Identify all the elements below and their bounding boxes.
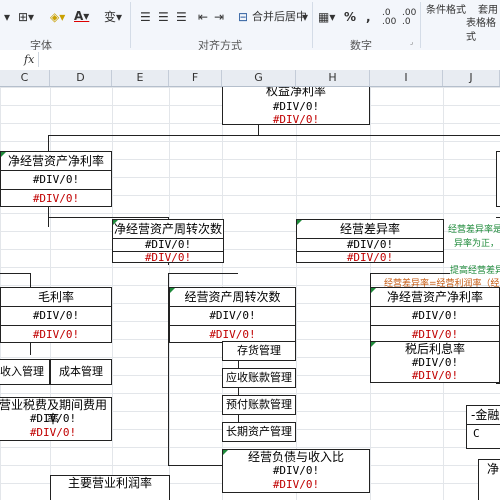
worksheet-grid[interactable]: 权益净利率 #DIV/0! #DIV/0! 净经营资产净利率 #DIV/0! #…	[0, 87, 500, 500]
tax-and-expense-ratio-box[interactable]: 营业税费及期间费用率 #DIV/0! #DIV/0!	[0, 397, 112, 441]
formula-bar: fx	[0, 50, 500, 71]
merge-center-button[interactable]: 合并后居中	[252, 10, 307, 24]
apply-table-button[interactable]: 套用	[478, 4, 498, 18]
box-value: #DIV/0!	[371, 306, 499, 325]
box-value-red: #DIV/0!	[272, 113, 320, 126]
income-management-cell[interactable]: 收入管理	[0, 359, 50, 385]
formula-input[interactable]	[38, 52, 500, 67]
box-value-red: #DIV/0!	[29, 426, 77, 439]
comma-button[interactable]: ,	[366, 10, 371, 24]
box-title: 净经营资产净利率	[386, 290, 483, 304]
error-indicator-icon	[170, 288, 175, 293]
fill-color-icon[interactable]: ◈▾	[50, 10, 65, 24]
error-indicator-icon	[113, 220, 118, 225]
box-title: 权益净利率	[265, 87, 326, 98]
number-dialog-launcher-icon[interactable]: ⌟	[410, 38, 413, 46]
increase-indent-icon[interactable]: ⇥	[214, 10, 224, 24]
error-indicator-icon	[223, 450, 228, 455]
after-tax-interest-rate-box[interactable]: 税后利息率 #DIV/0! #DIV/0!	[370, 341, 500, 383]
error-indicator-icon	[371, 288, 376, 293]
box-title: 毛利率	[37, 290, 74, 304]
cost-management-cell[interactable]: 成本管理	[50, 359, 112, 385]
font-color-icon[interactable]: A▾	[74, 9, 89, 23]
box-value-partial: C	[467, 424, 500, 443]
conditional-format-button[interactable]: 条件格式	[426, 4, 466, 18]
net-operating-turnover-box[interactable]: 净经营资产周转次数 #DIV/0! #DIV/0!	[112, 219, 224, 264]
net-operating-roa-right-box[interactable]: 净经营资产净利率 #DIV/0! #DIV/0!	[370, 287, 500, 343]
decrease-decimal-icon[interactable]: .00.0	[402, 9, 416, 27]
inventory-management-cell[interactable]: 存货管理	[222, 341, 296, 361]
ribbon: ▾ ⊞▾ ◈▾ A▾ 变▾ 字体 ☰ ☰ ☰ ⇤ ⇥ ⊟ 合并后居中 ▾ 对齐方…	[0, 0, 500, 52]
fx-icon[interactable]: fx	[24, 53, 34, 66]
box-value-red: #DIV/0!	[113, 251, 223, 264]
box-value-red: #DIV/0!	[1, 325, 111, 344]
error-indicator-icon	[1, 152, 6, 157]
box-value: #DIV/0!	[29, 412, 77, 425]
box-value: #DIV/0!	[170, 306, 295, 325]
box-value-red: #DIV/0!	[272, 478, 320, 491]
box-value: #DIV/0!	[272, 464, 320, 477]
column-headers: C D E F G H I J	[0, 70, 500, 87]
table-format-label[interactable]: 表格格式	[466, 17, 500, 45]
box-title: 经营差异率	[339, 222, 400, 236]
percent-button[interactable]: %	[344, 10, 356, 24]
gross-margin-box[interactable]: 毛利率 #DIV/0! #DIV/0!	[0, 287, 112, 343]
box-title: 净经营资产净利率	[7, 154, 104, 168]
column-header-f[interactable]: F	[169, 70, 222, 86]
box-title: 经营负债与收入比	[247, 450, 344, 464]
box-value: #DIV/0!	[297, 238, 443, 251]
box-title: 经营资产周转次数	[184, 290, 281, 304]
finance-partial-box[interactable]: -金融 C	[466, 405, 500, 449]
merge-center-icon[interactable]: ⊟	[238, 10, 248, 24]
phonetic-icon[interactable]: 变▾	[104, 10, 122, 24]
column-header-c[interactable]: C	[0, 70, 50, 86]
net-partial-box[interactable]: 净	[478, 459, 500, 500]
column-header-h[interactable]: H	[296, 70, 370, 86]
roe-box[interactable]: 权益净利率 #DIV/0! #DIV/0!	[222, 87, 370, 126]
font-size-dropdown-icon[interactable]: ▾	[4, 10, 10, 24]
box-title: 净	[486, 462, 499, 476]
cut-off-box	[496, 151, 500, 207]
operating-asset-turnover-box[interactable]: 经营资产周转次数 #DIV/0! #DIV/0!	[169, 287, 296, 343]
operating-debt-to-income-box[interactable]: 经营负债与收入比 #DIV/0! #DIV/0!	[222, 449, 370, 493]
box-title: 税后利息率	[404, 342, 465, 356]
main-operating-margin-box[interactable]: 主要营业利润率	[50, 475, 170, 500]
note-line-1: 经营差异率是	[448, 225, 500, 235]
box-value: #DIV/0!	[1, 306, 111, 325]
align-left-icon[interactable]: ☰	[140, 10, 151, 24]
box-title: 净经营资产周转次数	[113, 222, 222, 236]
error-indicator-icon	[297, 220, 302, 225]
box-title: -金融	[471, 408, 500, 422]
column-header-i[interactable]: I	[370, 70, 443, 86]
operating-spread-box[interactable]: 经营差异率 #DIV/0! #DIV/0!	[296, 219, 444, 264]
long-term-assets-management-cell[interactable]: 长期资产管理	[222, 422, 296, 442]
note-line-3: 提高经营差异	[450, 266, 500, 276]
increase-decimal-icon[interactable]: .0.00	[382, 9, 396, 27]
column-header-j[interactable]: J	[443, 70, 500, 86]
error-indicator-icon	[371, 342, 376, 347]
box-value-red: #DIV/0!	[297, 251, 443, 264]
borders-icon[interactable]: ⊞▾	[18, 10, 34, 24]
merge-dropdown-icon[interactable]: ▾	[302, 10, 308, 24]
number-format-icon[interactable]: ▦▾	[318, 10, 335, 24]
box-value-red: #DIV/0!	[1, 189, 111, 208]
box-title: 主要营业利润率	[67, 476, 152, 490]
prepaid-management-cell[interactable]: 预付账款管理	[222, 395, 296, 415]
align-right-icon[interactable]: ☰	[176, 10, 187, 24]
note-line-2: 异率为正，	[454, 239, 500, 249]
align-center-icon[interactable]: ☰	[158, 10, 169, 24]
receivables-management-cell[interactable]: 应收账款管理	[222, 368, 296, 388]
column-header-e[interactable]: E	[112, 70, 169, 86]
net-operating-roa-box[interactable]: 净经营资产净利率 #DIV/0! #DIV/0!	[0, 151, 112, 207]
box-value: #DIV/0!	[1, 170, 111, 189]
box-title: 营业税费及期间费用率	[0, 398, 107, 426]
box-value: #DIV/0!	[113, 238, 223, 251]
decrease-indent-icon[interactable]: ⇤	[198, 10, 208, 24]
box-value-red: #DIV/0!	[411, 369, 459, 382]
box-value: #DIV/0!	[411, 356, 459, 369]
column-header-g[interactable]: G	[222, 70, 296, 86]
column-header-d[interactable]: D	[50, 70, 112, 86]
box-value: #DIV/0!	[272, 100, 320, 113]
